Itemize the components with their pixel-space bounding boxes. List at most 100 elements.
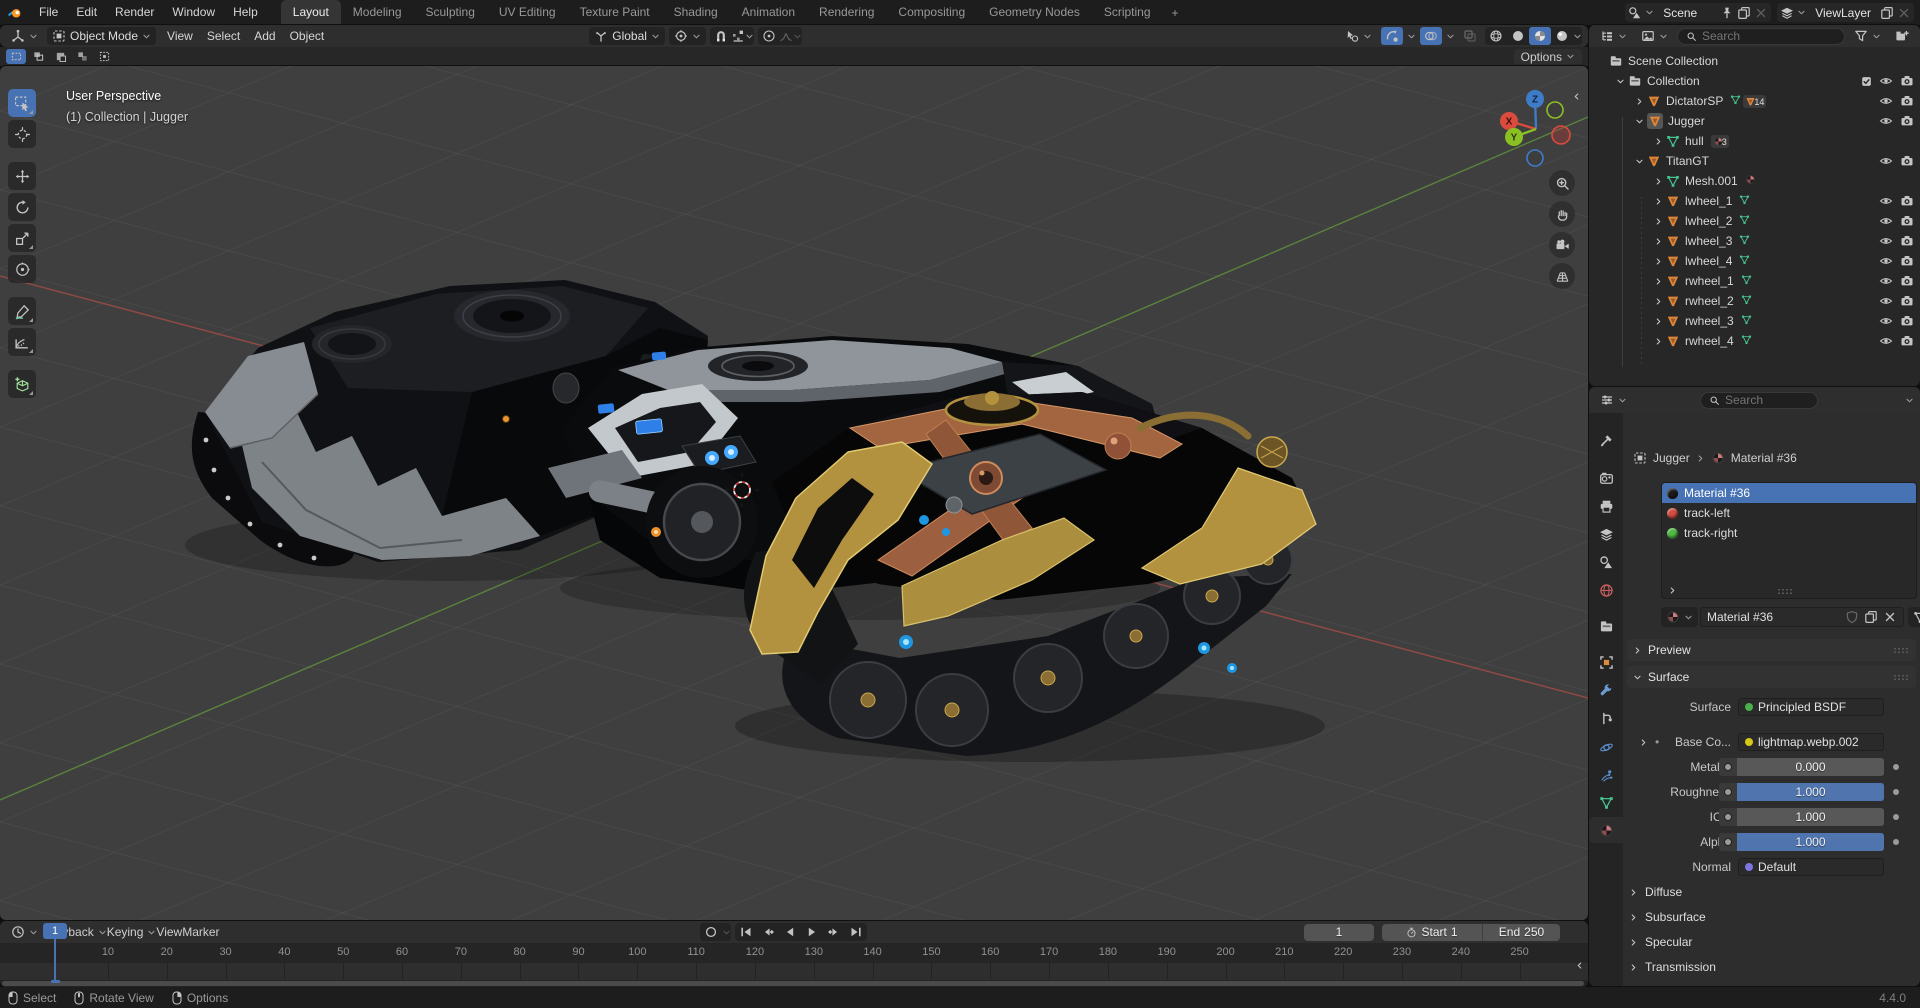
material-link-button[interactable] <box>1908 607 1920 627</box>
outliner-editor-type[interactable] <box>1595 27 1632 45</box>
property-value-button[interactable]: Default <box>1738 858 1884 876</box>
blender-logo-icon[interactable] <box>0 6 30 20</box>
transport-jump-last[interactable] <box>845 923 867 941</box>
new-viewlayer-icon[interactable] <box>1880 6 1894 20</box>
zoom-in-button[interactable] <box>1549 170 1575 196</box>
playhead-line[interactable] <box>54 939 56 980</box>
browse-material-button[interactable] <box>1661 607 1698 627</box>
outliner-item-name[interactable]: lwheel_1 <box>1683 194 1732 208</box>
tool-cursor[interactable] <box>8 120 36 148</box>
outliner-item-name[interactable]: TitanGT <box>1664 154 1709 168</box>
select-mode-set[interactable] <box>6 49 26 64</box>
autokey-dropdown-icon[interactable] <box>722 928 731 937</box>
timeline-ruler[interactable]: 1020304050607080901001101201301401501601… <box>0 943 1588 963</box>
properties-tab-material[interactable] <box>1589 817 1623 843</box>
outliner-item-name[interactable]: Scene Collection <box>1626 54 1718 68</box>
property-value-button[interactable]: Principled BSDF <box>1738 698 1884 716</box>
expand-closed-icon[interactable] <box>1654 197 1663 206</box>
hide-viewport-toggle[interactable] <box>1879 114 1893 128</box>
outliner-row-lwheel-2[interactable]: lwheel_2 <box>1589 211 1920 231</box>
workspace-tab-scripting[interactable]: Scripting <box>1092 0 1163 25</box>
shading-dropdown-icon[interactable] <box>1573 32 1582 41</box>
playhead[interactable]: 1 <box>43 923 67 939</box>
select-mode-invert[interactable] <box>72 49 92 64</box>
keyframe-dot[interactable] <box>1893 789 1899 795</box>
show-overlays-toggle[interactable] <box>1420 27 1442 45</box>
disable-render-toggle[interactable] <box>1900 234 1914 248</box>
properties-tab-particles[interactable] <box>1589 762 1623 788</box>
properties-tab-constraints[interactable] <box>1589 705 1623 731</box>
disable-render-toggle[interactable] <box>1900 334 1914 348</box>
workspace-tab-animation[interactable]: Animation <box>730 0 807 25</box>
outliner-item-name[interactable]: Mesh.001 <box>1683 174 1738 188</box>
viewlayer-name[interactable]: ViewLayer <box>1809 6 1877 20</box>
new-collection-button[interactable] <box>1890 27 1914 45</box>
expand-closed-icon[interactable] <box>1654 137 1663 146</box>
options-button[interactable]: Options <box>1514 49 1582 64</box>
viewport-menu-view[interactable]: View <box>160 29 200 43</box>
snap-toggle[interactable] <box>710 27 732 45</box>
scrollbar-handle[interactable] <box>2 981 1584 986</box>
expand-closed-icon[interactable] <box>1654 317 1663 326</box>
menu-file[interactable]: File <box>30 5 67 19</box>
properties-tab-collection[interactable] <box>1589 613 1623 639</box>
xray-toggle[interactable] <box>1459 27 1481 45</box>
expand-closed-icon[interactable] <box>1654 217 1663 226</box>
add-workspace-button[interactable]: + <box>1163 2 1188 25</box>
menu-render[interactable]: Render <box>106 5 163 19</box>
collection-checkbox[interactable] <box>1861 76 1872 87</box>
outliner-item-name[interactable]: rwheel_4 <box>1683 334 1734 348</box>
workspace-tab-modeling[interactable]: Modeling <box>341 0 414 25</box>
expand-open-icon[interactable] <box>1635 117 1644 126</box>
editor-type-button[interactable] <box>6 27 43 45</box>
expand-closed-icon[interactable] <box>1654 277 1663 286</box>
outliner-row-rwheel-1[interactable]: rwheel_1 <box>1589 271 1920 291</box>
disable-render-toggle[interactable] <box>1900 94 1914 108</box>
tool-transform[interactable] <box>8 255 36 283</box>
unlink-material-icon[interactable] <box>1883 610 1897 624</box>
timeline-collapse-icon[interactable] <box>1575 959 1584 973</box>
disable-render-toggle[interactable] <box>1900 194 1914 208</box>
viewport-menu-object[interactable]: Object <box>283 29 332 43</box>
keyframe-dot[interactable] <box>1893 764 1899 770</box>
outliner-item-name[interactable]: rwheel_3 <box>1683 314 1734 328</box>
tool-move[interactable] <box>8 162 36 190</box>
outliner-row-rwheel-4[interactable]: rwheel_4 <box>1589 331 1920 351</box>
disable-render-toggle[interactable] <box>1900 214 1914 228</box>
disable-render-toggle[interactable] <box>1900 314 1914 328</box>
select-mode-intersect[interactable] <box>94 49 114 64</box>
expand-open-icon[interactable] <box>1616 77 1625 86</box>
properties-options-icon[interactable] <box>1905 396 1914 405</box>
fake-user-icon[interactable] <box>1845 610 1859 624</box>
outliner-item-name[interactable]: lwheel_2 <box>1683 214 1732 228</box>
outliner-row-titangt[interactable]: TitanGT <box>1589 151 1920 171</box>
outliner-row-scene-collection[interactable]: Scene Collection <box>1589 51 1920 71</box>
transport-jump-first[interactable] <box>735 923 757 941</box>
tool-measure[interactable] <box>8 328 36 356</box>
hide-viewport-toggle[interactable] <box>1879 274 1893 288</box>
outliner-item-name[interactable]: Jugger <box>1666 114 1705 128</box>
autokey-toggle[interactable] <box>700 923 722 941</box>
hide-viewport-toggle[interactable] <box>1879 94 1893 108</box>
expand-closed-icon[interactable] <box>1654 237 1663 246</box>
timeline-track[interactable] <box>0 963 1588 980</box>
hide-viewport-toggle[interactable] <box>1879 314 1893 328</box>
transport-play-back[interactable] <box>779 923 801 941</box>
show-gizmo-toggle[interactable] <box>1381 27 1403 45</box>
current-frame-field[interactable]: 1 <box>1304 924 1374 941</box>
tool-add-cube[interactable] <box>8 370 36 398</box>
transport-next-key[interactable] <box>823 923 845 941</box>
shading-material-preview[interactable] <box>1529 27 1551 45</box>
material-slot-track-left[interactable]: track-left <box>1662 503 1916 523</box>
hide-viewport-toggle[interactable] <box>1879 294 1893 308</box>
outliner-row-dictatorsp[interactable]: DictatorSP14 <box>1589 91 1920 111</box>
outliner-row-collection[interactable]: Collection <box>1589 71 1920 91</box>
outliner-item-name[interactable]: lwheel_3 <box>1683 234 1732 248</box>
value-slider[interactable]: 0.000 <box>1737 758 1884 776</box>
list-expand-icon[interactable] <box>1668 586 1677 595</box>
disable-render-toggle[interactable] <box>1900 74 1914 88</box>
outliner-item-name[interactable]: hull <box>1683 134 1704 148</box>
properties-editor-type[interactable] <box>1595 391 1632 409</box>
workspace-tab-compositing[interactable]: Compositing <box>886 0 977 25</box>
keyframe-dot[interactable] <box>1893 814 1899 820</box>
